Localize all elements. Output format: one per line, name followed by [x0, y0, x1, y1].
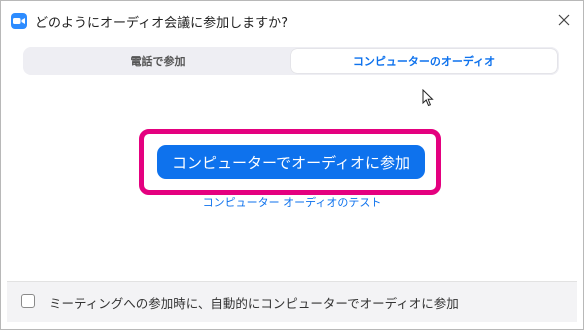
auto-join-audio-label: ミーティングへの参加時に、自動的にコンピューターでオーディオに参加: [49, 296, 459, 311]
join-with-computer-audio-button[interactable]: コンピューターでオーディオに参加: [157, 145, 425, 179]
audio-join-dialog: どのようにオーディオ会議に参加しますか? 電話で参加 コンピューターのオーディオ…: [0, 0, 584, 330]
mouse-pointer-icon: [422, 89, 434, 107]
close-button[interactable]: [551, 7, 577, 33]
tab-phone[interactable]: 電話で参加: [25, 49, 291, 73]
tab-computer-audio[interactable]: コンピューターのオーディオ: [291, 49, 557, 73]
dialog-title: どのようにオーディオ会議に参加しますか?: [35, 16, 288, 31]
title-bar: どのようにオーディオ会議に参加しますか?: [1, 1, 583, 39]
zoom-camera-icon: [11, 13, 27, 29]
footer: ミーティングへの参加時に、自動的にコンピューターでオーディオに参加: [7, 282, 577, 322]
audio-tabs: 電話で参加 コンピューターのオーディオ: [23, 47, 559, 75]
auto-join-audio-checkbox[interactable]: [21, 294, 35, 308]
close-icon: [558, 14, 570, 26]
test-computer-audio-link[interactable]: コンピューター オーディオのテスト: [1, 194, 583, 210]
